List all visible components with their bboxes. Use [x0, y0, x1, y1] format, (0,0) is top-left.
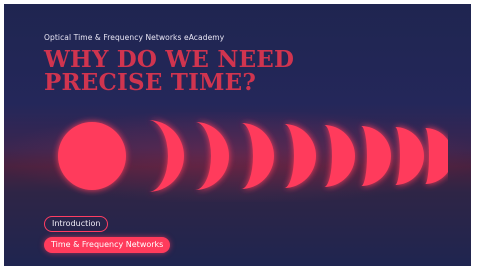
moon-phase-4 — [284, 124, 316, 188]
chapter-introduction-button[interactable]: Introduction — [44, 216, 109, 232]
moon-phase-6 — [361, 126, 391, 186]
moon-phase-3 — [241, 123, 274, 189]
moon-phase-8 — [425, 128, 448, 184]
title-line-1: WHY DO WE NEED — [44, 46, 295, 73]
moon-phase-full — [58, 122, 126, 190]
page-title: WHY DO WE NEED PRECISE TIME? — [44, 48, 294, 94]
moon-phase-5 — [324, 125, 355, 187]
course-kicker: Optical Time & Frequency Networks eAcade… — [44, 33, 225, 42]
moon-phase-2 — [195, 122, 229, 190]
title-line-2: PRECISE TIME? — [44, 69, 257, 96]
moon-phase-7 — [395, 127, 424, 185]
chapter-time-frequency-networks-button[interactable]: Time & Frequency Networks — [44, 237, 171, 253]
slide-frame: Optical Time & Frequency Networks eAcade… — [4, 4, 471, 266]
moon-phases-icon — [58, 120, 448, 192]
moon-phase-1 — [148, 120, 184, 192]
